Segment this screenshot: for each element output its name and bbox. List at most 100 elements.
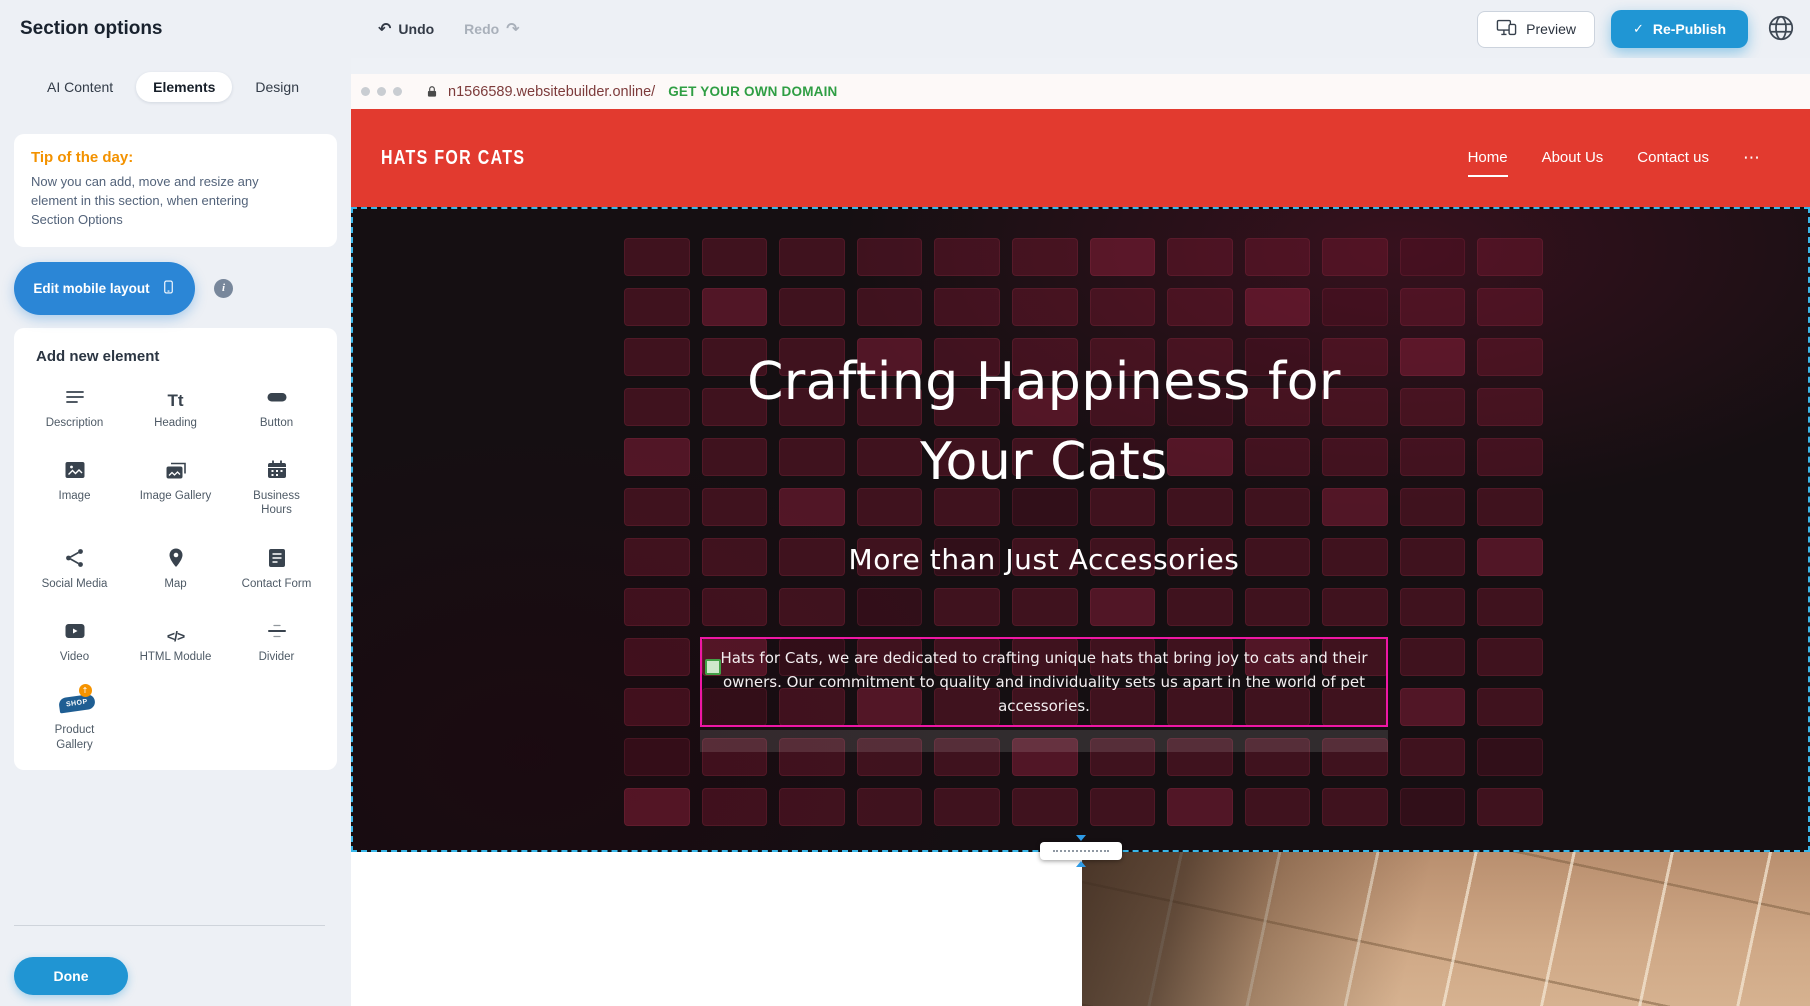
hero-tile: [1477, 438, 1543, 476]
divider-icon: [265, 615, 289, 643]
devices-icon: [1496, 18, 1517, 40]
hero-tile: [1400, 688, 1466, 726]
element-contact-form[interactable]: Contact Form: [226, 542, 327, 591]
nav-about-us[interactable]: About Us: [1542, 149, 1604, 168]
check-icon: ✓: [1633, 22, 1644, 37]
site-header: HATS FOR CATS Home About Us Contact us ⋯: [351, 109, 1810, 207]
hero-tile: [624, 588, 690, 626]
hero-tile: [1477, 388, 1543, 426]
hero-tile: [1400, 338, 1466, 376]
sidebar-tabs: AI Content Elements Design: [0, 58, 351, 102]
business-hours-icon: [265, 454, 289, 482]
hero-tile: [624, 488, 690, 526]
tip-title: Tip of the day:: [31, 149, 320, 166]
element-image[interactable]: Image: [24, 454, 125, 518]
info-icon[interactable]: i: [214, 279, 233, 298]
preview-area: n1566589.websitebuilder.online/ GET YOUR…: [351, 58, 1810, 1006]
get-domain-link[interactable]: GET YOUR OWN DOMAIN: [668, 84, 837, 99]
window-dot: [361, 87, 370, 96]
element-description[interactable]: Description: [24, 381, 125, 430]
image-icon: [63, 454, 87, 482]
nav-contact-us[interactable]: Contact us: [1637, 149, 1709, 168]
history-controls: ↶ Undo Redo ↷: [378, 0, 520, 58]
hero-tile: [624, 788, 690, 826]
element-button[interactable]: Button: [226, 381, 327, 430]
hero-tile: [624, 638, 690, 676]
element-video[interactable]: Video: [24, 615, 125, 664]
hero-heading[interactable]: Crafting Happiness for Your Cats: [700, 342, 1388, 502]
lock-icon: [425, 85, 439, 99]
language-globe-button[interactable]: [1764, 12, 1798, 46]
hero-tile: [624, 288, 690, 326]
hero-tile: [1477, 638, 1543, 676]
hero-tile: [1400, 388, 1466, 426]
hero-tile: [1477, 788, 1543, 826]
page-title: Section options: [20, 18, 163, 40]
hero-tile: [1477, 738, 1543, 776]
hero-tile: [1477, 488, 1543, 526]
heading-icon: Tt: [167, 381, 183, 409]
hero-tile: [624, 538, 690, 576]
element-social-media[interactable]: Social Media: [24, 542, 125, 591]
hero-heading-line1: Crafting Happiness for: [700, 342, 1388, 422]
site-logo[interactable]: HATS FOR CATS: [381, 146, 525, 170]
edit-mobile-layout-button[interactable]: Edit mobile layout: [14, 262, 195, 315]
topbar: Section options ↶ Undo Redo ↷: [0, 0, 1810, 58]
preview-button[interactable]: Preview: [1477, 11, 1595, 48]
tab-elements[interactable]: Elements: [136, 72, 232, 102]
browser-chrome-bar: n1566589.websitebuilder.online/ GET YOUR…: [351, 74, 1810, 109]
hero-tile: [624, 438, 690, 476]
topbar-actions: Preview ✓ Re-Publish: [1477, 10, 1810, 48]
phone-icon: [161, 277, 176, 300]
tab-design[interactable]: Design: [238, 72, 316, 102]
add-element-title: Add new element: [36, 348, 327, 365]
hero-tile: [1477, 238, 1543, 276]
hero-tile: [1400, 488, 1466, 526]
republish-label: Re-Publish: [1653, 21, 1726, 37]
element-heading[interactable]: Tt Heading: [125, 381, 226, 430]
element-hover-strip: [700, 730, 1388, 752]
element-html-module[interactable]: </> HTML Module: [125, 615, 226, 664]
element-map[interactable]: Map: [125, 542, 226, 591]
nav-more-button[interactable]: ⋯: [1743, 150, 1760, 167]
hero-section-selected[interactable]: Crafting Happiness for Your Cats More th…: [351, 207, 1810, 852]
hero-tile: [624, 388, 690, 426]
redo-button[interactable]: Redo ↷: [464, 21, 519, 37]
tab-ai-content[interactable]: AI Content: [30, 72, 130, 102]
hero-tile: [1477, 538, 1543, 576]
hero-tile: [624, 238, 690, 276]
edit-mobile-label: Edit mobile layout: [33, 281, 149, 296]
globe-icon: [1766, 13, 1796, 46]
element-drag-handle[interactable]: [705, 659, 721, 675]
element-divider[interactable]: Divider: [226, 615, 327, 664]
hero-paragraph: Hats for Cats, we are dedicated to craft…: [710, 646, 1378, 718]
hero-tile: [1400, 438, 1466, 476]
hero-tile: [1400, 538, 1466, 576]
undo-button[interactable]: ↶ Undo: [378, 21, 434, 37]
preview-label: Preview: [1526, 21, 1576, 37]
republish-button[interactable]: ✓ Re-Publish: [1611, 10, 1748, 48]
video-icon: [63, 615, 87, 643]
hero-tile: [1400, 788, 1466, 826]
hero-subheading[interactable]: More than Just Accessories: [700, 543, 1388, 576]
sidebar-divider: [14, 925, 325, 926]
map-pin-icon: [164, 542, 188, 570]
next-section-preview[interactable]: [351, 852, 1810, 1006]
mobile-layout-row: Edit mobile layout i: [14, 262, 337, 315]
element-image-gallery[interactable]: Image Gallery: [125, 454, 226, 518]
hero-tile: [1400, 238, 1466, 276]
resize-grip: [1040, 842, 1122, 860]
image-gallery-icon: [164, 454, 188, 482]
done-button[interactable]: Done: [14, 957, 128, 995]
element-business-hours[interactable]: Business Hours: [226, 454, 327, 518]
tip-body: Now you can add, move and resize any ele…: [31, 173, 281, 230]
shop-badge-icon: ↑: [79, 684, 92, 697]
hero-tile: [624, 738, 690, 776]
hero-tile: [1477, 338, 1543, 376]
nav-home[interactable]: Home: [1468, 149, 1508, 168]
selected-text-element[interactable]: Hats for Cats, we are dedicated to craft…: [700, 637, 1388, 727]
hero-tile: [1477, 288, 1543, 326]
hero-tile: [1400, 288, 1466, 326]
element-product-gallery[interactable]: SHOP ↑ Product Gallery: [24, 688, 125, 752]
section-resize-handle[interactable]: [1040, 835, 1122, 867]
